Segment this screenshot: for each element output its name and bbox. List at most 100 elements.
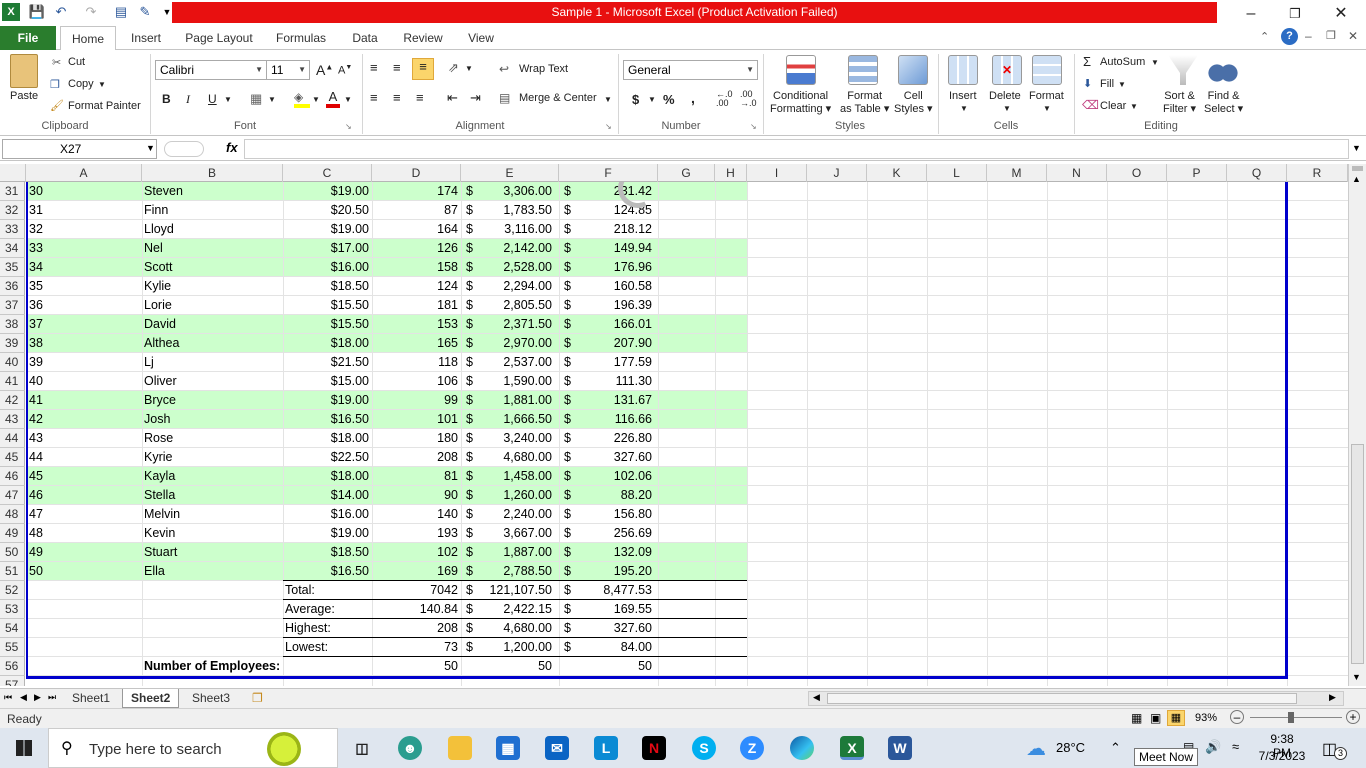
cell-e[interactable]: 1,458.00 (461, 467, 552, 486)
row-header[interactable]: 38 (0, 315, 25, 334)
borders-icon[interactable]: ▦ (250, 91, 262, 107)
cell-c[interactable]: $18.50 (283, 277, 369, 296)
normal-view-icon[interactable]: ▦ (1131, 711, 1142, 725)
currency-dropdown-icon[interactable]: ▼ (648, 95, 656, 104)
cell-a[interactable]: 48 (29, 524, 43, 543)
col-header-j[interactable]: J (807, 164, 867, 182)
row-header[interactable]: 37 (0, 296, 25, 315)
comma-button[interactable]: , (691, 90, 695, 106)
hscroll-thumb[interactable] (827, 693, 1297, 704)
select-all-corner[interactable] (0, 164, 26, 182)
col-header-c[interactable]: C (283, 164, 372, 182)
file-explorer-icon[interactable] (448, 736, 472, 760)
zoom-level[interactable]: 93% (1195, 712, 1217, 724)
weather-temp[interactable]: 28°C (1056, 740, 1085, 755)
cell-b[interactable]: Stella (144, 486, 175, 505)
cell-e[interactable]: 4,680.00 (461, 448, 552, 467)
font-name-combo[interactable]: Calibri ▼ (155, 60, 267, 80)
number-format-combo[interactable]: General ▼ (623, 60, 758, 80)
cell-a[interactable]: 43 (29, 429, 43, 448)
col-header-k[interactable]: K (867, 164, 927, 182)
cell-d[interactable]: 180 (372, 429, 458, 448)
cell-c[interactable]: $16.00 (283, 505, 369, 524)
cell-b[interactable]: Lloyd (144, 220, 174, 239)
tab-page-layout[interactable]: Page Layout (178, 26, 260, 50)
cell-d[interactable]: 153 (372, 315, 458, 334)
cell-f[interactable]: 218.12 (559, 220, 652, 239)
row-header[interactable]: 31 (0, 182, 25, 201)
cell-styles-button[interactable]: Cell Styles ▾ (894, 90, 933, 116)
row-header[interactable]: 56 (0, 657, 25, 676)
cell-d[interactable]: 106 (372, 372, 458, 391)
cell-f[interactable]: 226.80 (559, 429, 652, 448)
col-header-r[interactable]: R (1287, 164, 1348, 182)
cell-c[interactable]: $15.50 (283, 296, 369, 315)
cell-e[interactable]: 1,260.00 (461, 486, 552, 505)
format-as-table-button[interactable]: Format as Table ▾ (840, 90, 889, 116)
format-cells-button[interactable]: Format (1029, 90, 1064, 102)
row-header[interactable]: 50 (0, 543, 25, 562)
align-bottom-icon[interactable]: ≡ (412, 58, 434, 80)
conditional-formatting-icon[interactable] (786, 55, 816, 85)
cell-b[interactable]: Althea (144, 334, 179, 353)
zoom-out-icon[interactable]: – (1230, 710, 1244, 724)
insert-cells-icon[interactable] (948, 55, 978, 85)
page-layout-view-icon[interactable]: ▣ (1150, 711, 1161, 725)
cell-f[interactable]: 207.90 (559, 334, 652, 353)
sort-filter-icon[interactable] (1168, 55, 1198, 85)
fill-button[interactable]: Fill (1100, 78, 1114, 90)
number-dialog-launcher-icon[interactable]: ↘ (750, 122, 757, 131)
cell-b[interactable]: Kayla (144, 467, 175, 486)
netflix-icon[interactable]: N (642, 736, 666, 760)
col-header-o[interactable]: O (1107, 164, 1167, 182)
cell-c[interactable]: $19.00 (283, 391, 369, 410)
people-app-icon[interactable]: ☻ (398, 736, 422, 760)
cell-a[interactable]: 34 (29, 258, 43, 277)
split-box[interactable] (1352, 166, 1363, 171)
cell-d[interactable]: 174 (372, 182, 458, 201)
cell-e[interactable]: 1,666.50 (461, 410, 552, 429)
fill-dropdown-icon[interactable]: ▼ (1118, 80, 1126, 89)
format-painter-icon[interactable]: 🖌 (50, 99, 64, 112)
fill-color-icon[interactable]: ◈ (294, 90, 310, 108)
cell-e[interactable]: 2,970.00 (461, 334, 552, 353)
cell-b[interactable]: Finn (144, 201, 168, 220)
row-header[interactable]: 49 (0, 524, 25, 543)
align-right-icon[interactable]: ≡ (416, 90, 424, 105)
name-box[interactable]: X27 (2, 139, 157, 159)
undo-icon[interactable]: ↶ (52, 3, 70, 21)
sheet-tab-sheet2[interactable]: Sheet2 (122, 689, 180, 708)
tab-home[interactable]: Home (60, 26, 116, 51)
format-as-table-icon[interactable] (848, 55, 878, 85)
cell-a[interactable]: 50 (29, 562, 43, 581)
cell-e[interactable]: 2,528.00 (461, 258, 552, 277)
cell-f[interactable]: 196.39 (559, 296, 652, 315)
row-header[interactable]: 44 (0, 429, 25, 448)
save-icon[interactable]: 💾 (28, 3, 46, 21)
cell-c[interactable]: $15.00 (283, 372, 369, 391)
cut-button[interactable]: Cut (68, 56, 85, 68)
row-header[interactable]: 51 (0, 562, 25, 581)
cell-f[interactable]: 132.09 (559, 543, 652, 562)
cell-a[interactable]: 32 (29, 220, 43, 239)
cell-c[interactable]: $18.00 (283, 467, 369, 486)
summary-e[interactable]: 121,107.50 (461, 581, 552, 600)
cell-e[interactable]: 1,881.00 (461, 391, 552, 410)
row-header[interactable]: 43 (0, 410, 25, 429)
cell-a[interactable]: 37 (29, 315, 43, 334)
row-header[interactable]: 46 (0, 467, 25, 486)
cell-b[interactable]: Oliver (144, 372, 177, 391)
minimize-icon[interactable]: – (1236, 4, 1266, 24)
cut-icon[interactable]: ✂ (52, 56, 61, 69)
cell-a[interactable]: 36 (29, 296, 43, 315)
summary-d[interactable]: 73 (372, 638, 458, 657)
cell-c[interactable]: $16.50 (283, 562, 369, 581)
copy-button[interactable]: Copy (68, 78, 94, 90)
conditional-formatting-button[interactable]: Conditional Formatting ▾ (770, 90, 831, 116)
summary-e[interactable]: 4,680.00 (461, 619, 552, 638)
close-icon[interactable]: ✕ (1326, 4, 1356, 24)
summary-label[interactable]: Average: (285, 600, 335, 619)
cell-d[interactable]: 81 (372, 467, 458, 486)
font-size-combo[interactable]: 11 ▼ (266, 60, 310, 80)
increase-decimal-icon[interactable]: ←.0.00 (716, 90, 733, 108)
